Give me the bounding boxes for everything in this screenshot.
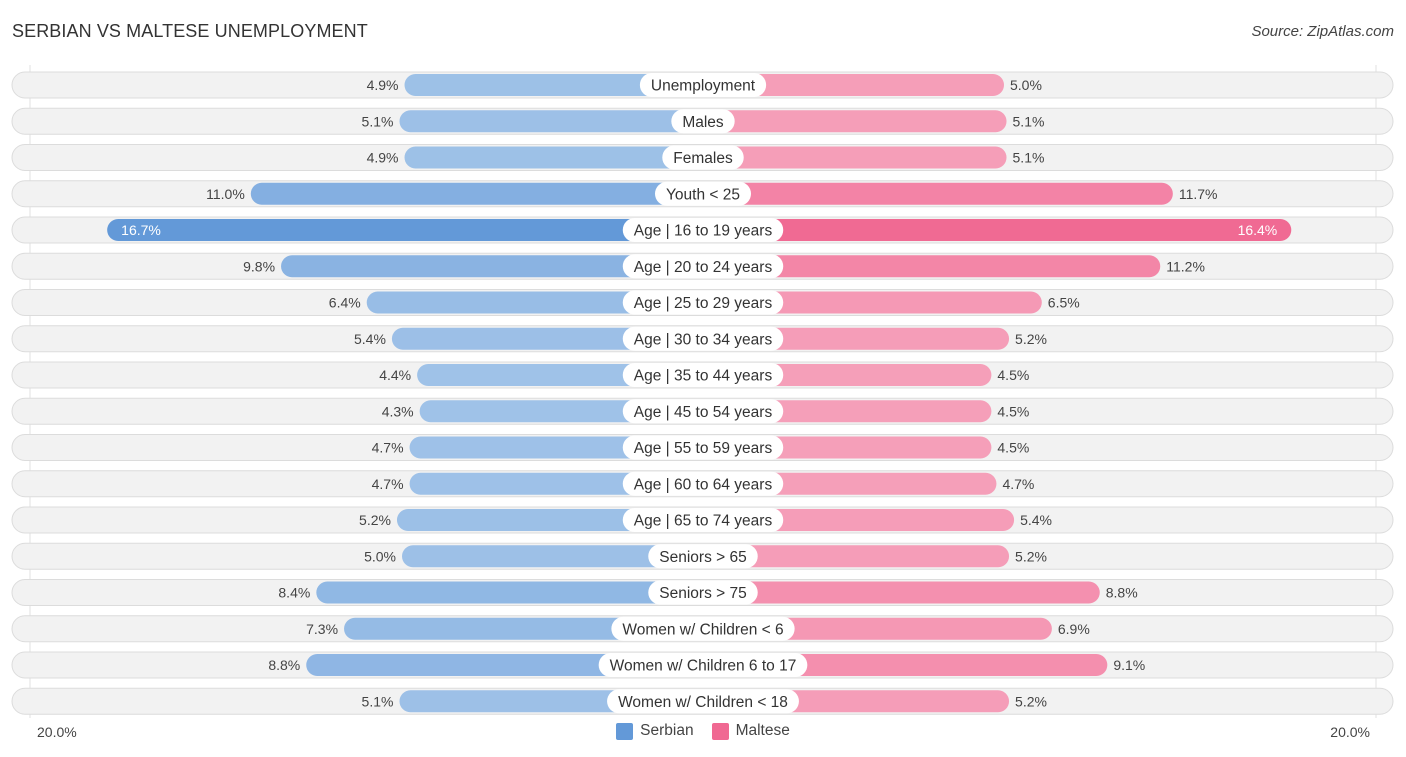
- bar-serbian: [399, 110, 703, 133]
- legend-label-serbian: Serbian: [640, 722, 694, 739]
- category-label: Youth < 25: [666, 186, 740, 203]
- category-label: Age | 55 to 59 years: [634, 440, 773, 457]
- value-label-maltese: 5.1%: [1013, 150, 1045, 166]
- bar-maltese: [703, 219, 1292, 241]
- value-label-serbian: 4.9%: [367, 77, 399, 93]
- bar-serbian: [250, 182, 704, 205]
- value-label-maltese: 5.0%: [1010, 77, 1042, 93]
- bar-serbian: [404, 146, 703, 169]
- value-label-maltese: 5.2%: [1015, 693, 1047, 709]
- value-label-maltese: 11.7%: [1179, 186, 1218, 202]
- bar-maltese: [703, 110, 1007, 133]
- category-label: Age | 25 to 29 years: [634, 295, 773, 312]
- bar-maltese: [703, 182, 1173, 205]
- value-label-maltese: 6.5%: [1048, 295, 1080, 311]
- value-label-serbian: 6.4%: [329, 295, 361, 311]
- value-label-maltese: 5.4%: [1020, 512, 1052, 528]
- value-label-serbian: 5.1%: [362, 693, 394, 709]
- value-label-serbian: 9.8%: [243, 258, 275, 274]
- value-label-maltese: 4.5%: [997, 440, 1029, 456]
- bar-serbian: [107, 219, 703, 241]
- category-label: Women w/ Children < 6: [622, 621, 783, 638]
- category-label: Women w/ Children 6 to 17: [610, 658, 797, 675]
- value-label-maltese: 6.9%: [1058, 621, 1090, 637]
- value-label-serbian: 5.2%: [359, 512, 391, 528]
- value-label-serbian: 11.0%: [206, 186, 245, 202]
- legend: Serbian Maltese: [0, 722, 1406, 740]
- category-label: Seniors > 75: [659, 585, 746, 602]
- legend-item-serbian[interactable]: Serbian: [616, 722, 694, 740]
- value-label-maltese: 11.2%: [1166, 258, 1205, 274]
- legend-item-maltese[interactable]: Maltese: [711, 722, 790, 740]
- value-label-maltese: 9.1%: [1113, 657, 1145, 673]
- category-label: Females: [673, 150, 733, 167]
- value-label-maltese: 5.2%: [1015, 548, 1047, 564]
- bar-maltese: [703, 146, 1007, 169]
- value-label-serbian: 4.4%: [379, 367, 411, 383]
- category-label: Unemployment: [651, 78, 756, 95]
- value-label-serbian: 16.7%: [121, 222, 161, 238]
- value-label-maltese: 4.7%: [1002, 476, 1034, 492]
- legend-label-maltese: Maltese: [735, 722, 790, 739]
- value-label-serbian: 5.4%: [354, 331, 386, 347]
- legend-swatch-serbian: [616, 722, 634, 740]
- value-label-serbian: 4.3%: [382, 403, 414, 419]
- value-label-maltese: 5.2%: [1015, 331, 1047, 347]
- value-label-maltese: 4.5%: [997, 367, 1029, 383]
- value-label-maltese: 16.4%: [1238, 222, 1278, 238]
- value-label-serbian: 4.7%: [372, 440, 404, 456]
- category-label: Age | 35 to 44 years: [634, 368, 773, 385]
- bar-serbian: [316, 581, 703, 604]
- category-label: Age | 65 to 74 years: [634, 513, 773, 530]
- category-label: Seniors > 65: [659, 549, 746, 566]
- bar-maltese: [703, 581, 1100, 604]
- value-label-serbian: 4.7%: [372, 476, 404, 492]
- category-label: Age | 60 to 64 years: [634, 476, 773, 493]
- value-label-serbian: 5.1%: [362, 113, 394, 129]
- value-label-maltese: 5.1%: [1013, 113, 1045, 129]
- value-label-serbian: 7.3%: [306, 621, 338, 637]
- category-label: Males: [682, 114, 724, 131]
- value-label-serbian: 4.9%: [367, 150, 399, 166]
- category-label: Age | 20 to 24 years: [634, 259, 773, 276]
- category-label: Age | 16 to 19 years: [634, 223, 773, 240]
- category-label: Age | 30 to 34 years: [634, 331, 773, 348]
- legend-swatch-maltese: [711, 722, 729, 740]
- value-label-serbian: 5.0%: [364, 548, 396, 564]
- value-label-serbian: 8.4%: [278, 585, 310, 601]
- diverging-bar-chart: 4.9% 5.0% Unemployment 5.1% 5.1% Males 4.9% 5.1…: [11, 65, 1394, 718]
- value-label-maltese: 8.8%: [1106, 585, 1138, 601]
- category-label: Age | 45 to 54 years: [634, 404, 773, 421]
- category-label: Women w/ Children < 18: [618, 694, 788, 711]
- value-label-maltese: 4.5%: [997, 403, 1029, 419]
- value-label-serbian: 8.8%: [268, 657, 300, 673]
